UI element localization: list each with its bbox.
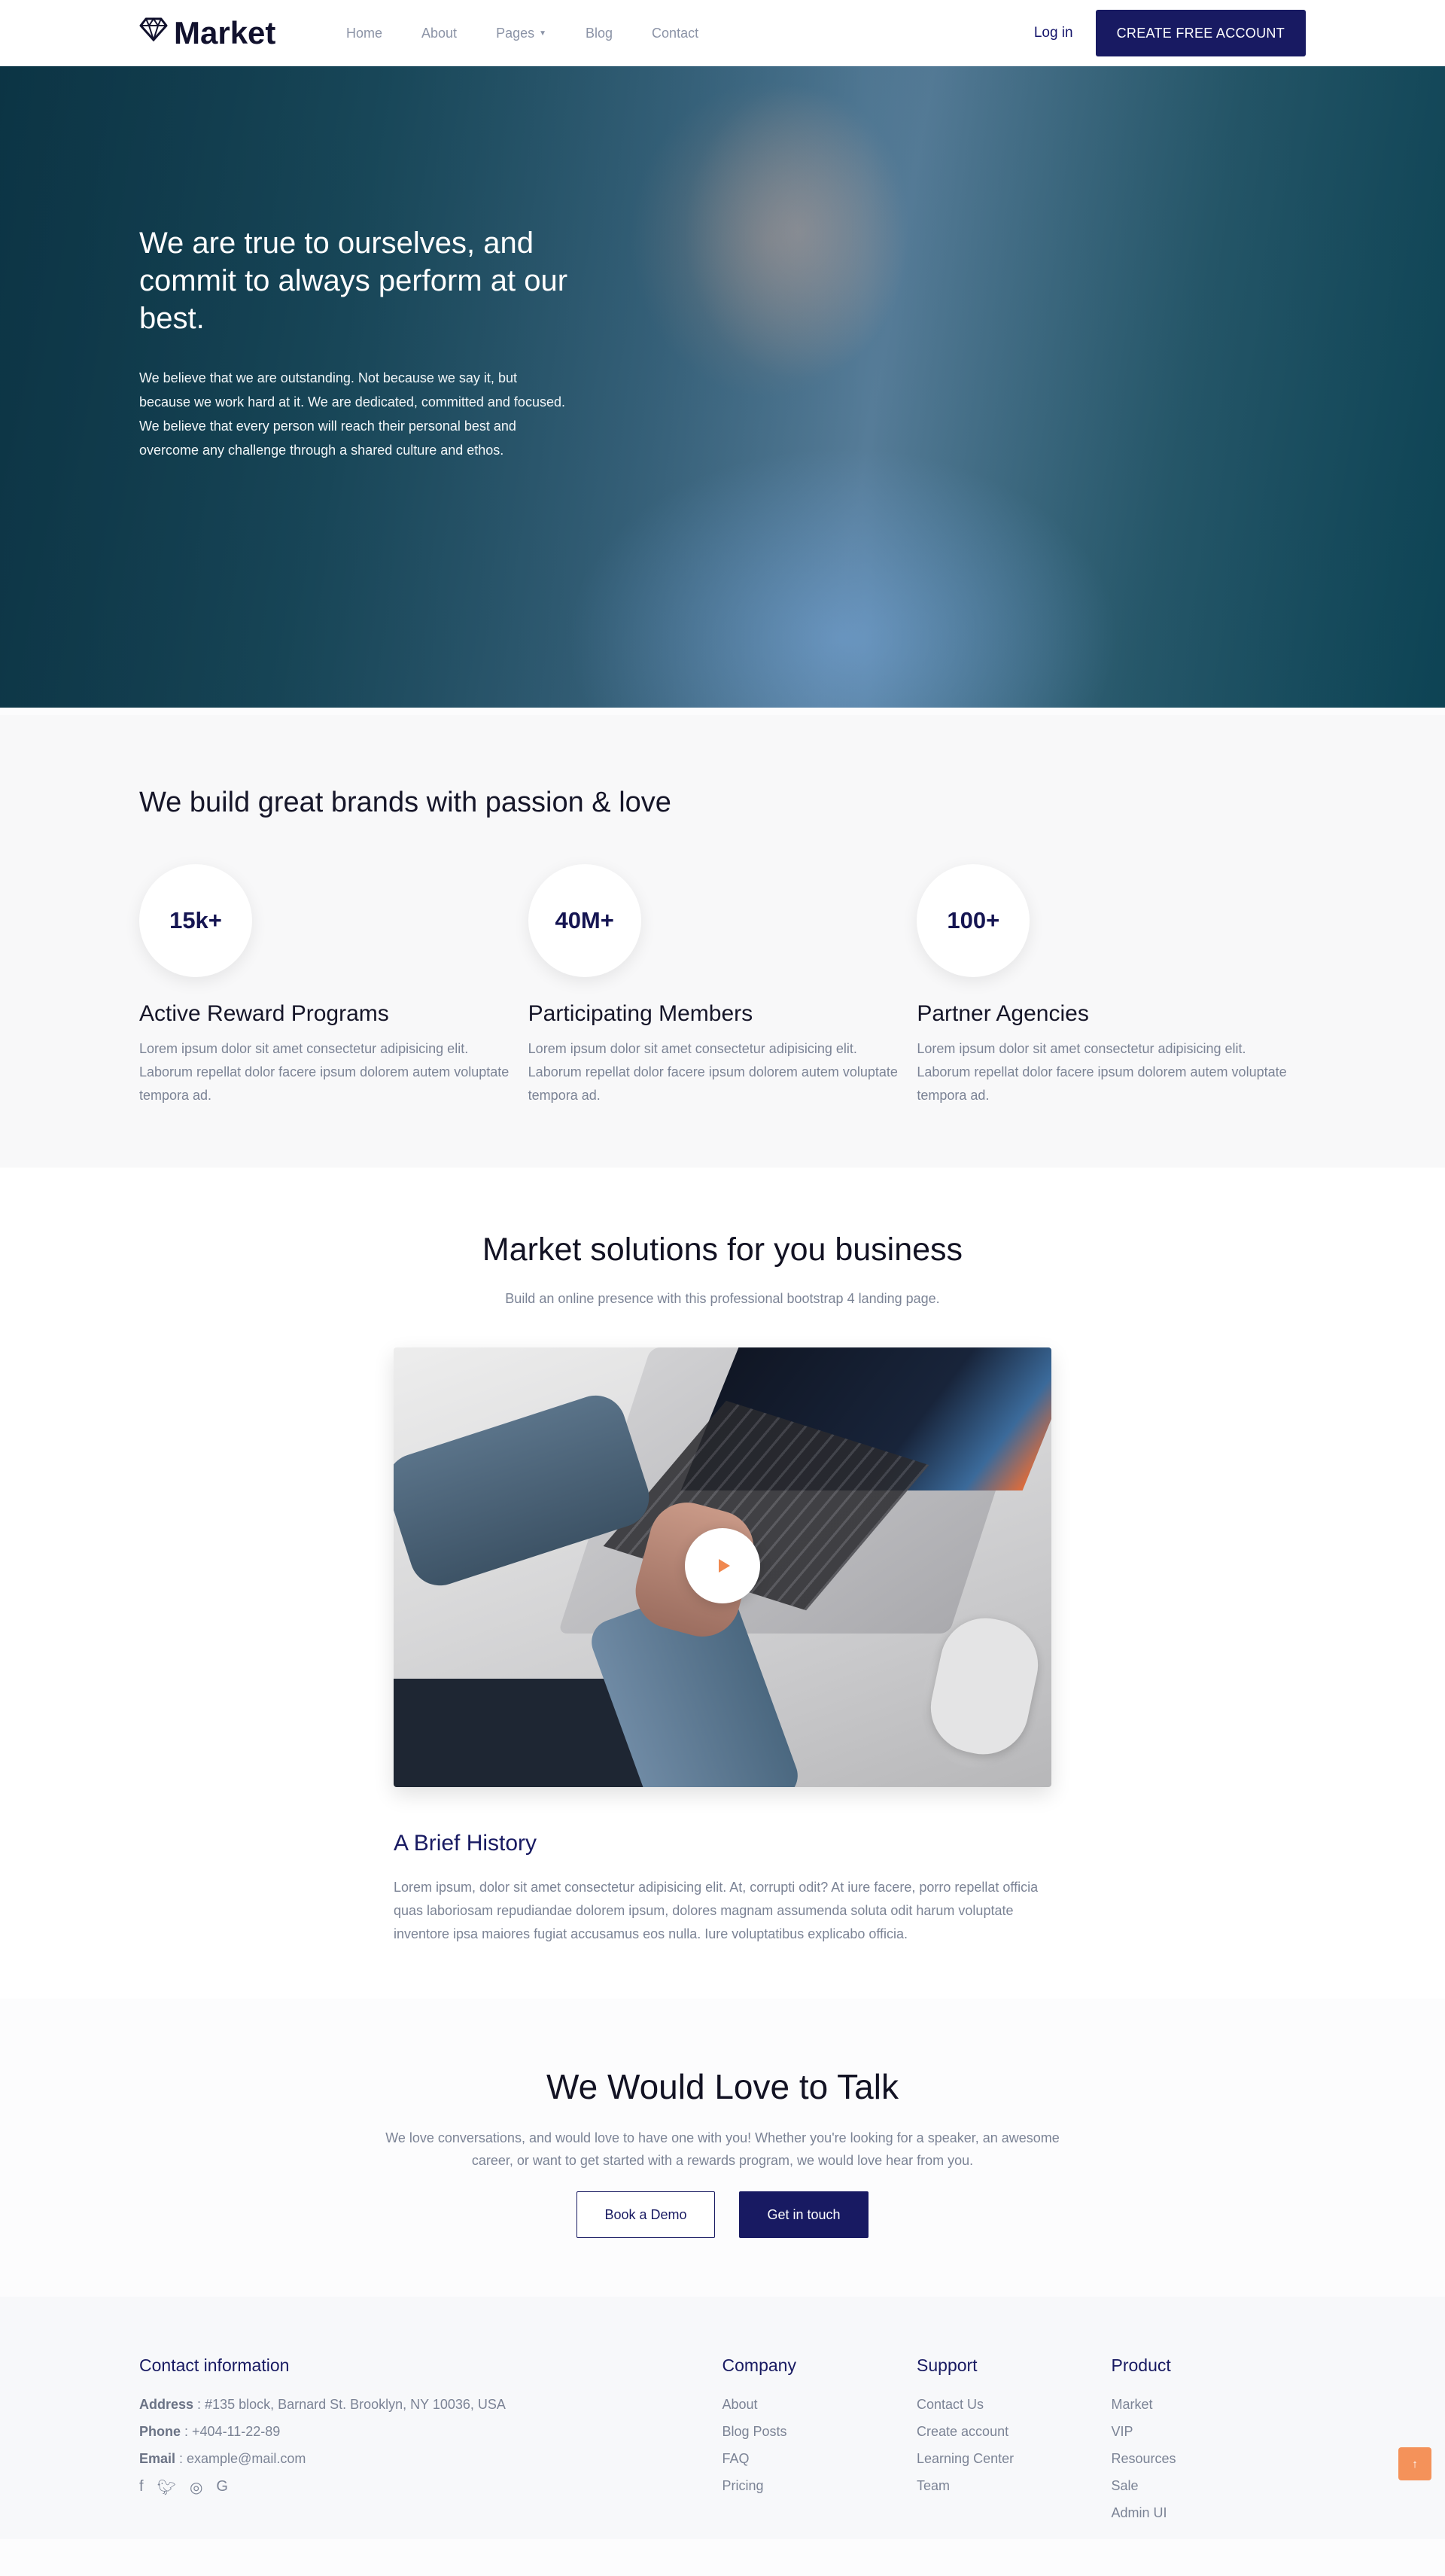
footer-company-title: Company bbox=[722, 2355, 796, 2375]
scroll-top-button[interactable]: ↑ bbox=[1398, 2447, 1431, 2480]
stat-text: Lorem ipsum dolor sit amet consectetur a… bbox=[528, 1041, 898, 1103]
email-label: Email bbox=[139, 2451, 176, 2466]
nav-pages[interactable]: Pages ▼ bbox=[496, 26, 546, 41]
main-menu: Home About Pages ▼ Blog Contact bbox=[346, 26, 1034, 41]
solutions-subtitle: Build an online presence with this profe… bbox=[505, 1291, 940, 1306]
stat-value: 100+ bbox=[917, 864, 1030, 977]
play-icon bbox=[718, 1559, 730, 1573]
book-demo-button[interactable]: Book a Demo bbox=[576, 2191, 715, 2238]
hero-text: We believe that we are outstanding. Not … bbox=[139, 370, 565, 458]
footer-link[interactable]: Learning Center bbox=[917, 2445, 1112, 2472]
footer-company: Company About Blog Posts FAQ Pricing bbox=[722, 2355, 917, 2526]
talk-text: We love conversations, and would love to… bbox=[385, 2130, 1060, 2168]
stats-title: We build great brands with passion & lov… bbox=[139, 787, 671, 818]
top-navbar: Market Home About Pages ▼ Blog Contact Lo… bbox=[0, 0, 1445, 66]
talk-buttons: Book a Demo Get in touch bbox=[0, 2191, 1445, 2238]
brand-logo[interactable]: Market bbox=[139, 15, 346, 51]
nav-about[interactable]: About bbox=[421, 26, 457, 41]
footer-link[interactable]: VIP bbox=[1112, 2418, 1307, 2445]
address-label: Address bbox=[139, 2397, 194, 2412]
footer-link[interactable]: Blog Posts bbox=[722, 2418, 917, 2445]
stats-section: We build great brands with passion & lov… bbox=[0, 715, 1445, 1168]
create-account-button[interactable]: CREATE FREE ACCOUNT bbox=[1095, 10, 1306, 56]
phone-value: : +404-11-22-89 bbox=[181, 2424, 281, 2439]
talk-title: We Would Love to Talk bbox=[546, 2067, 899, 2106]
talk-section: We Would Love to Talk We love conversati… bbox=[0, 1999, 1445, 2297]
footer-link[interactable]: Contact Us bbox=[917, 2391, 1112, 2418]
footer-product: Product Market VIP Resources Sale Admin … bbox=[1112, 2355, 1307, 2526]
nav-pages-label: Pages bbox=[496, 25, 535, 41]
footer: Contact information Address : #135 block… bbox=[0, 2297, 1445, 2539]
footer-link[interactable]: About bbox=[722, 2391, 917, 2418]
facebook-icon[interactable]: f bbox=[139, 2478, 144, 2497]
arrow-up-icon: ↑ bbox=[1412, 2457, 1418, 2471]
stat-value: 40M+ bbox=[528, 864, 641, 977]
address-line: Address : #135 block, Barnard St. Brookl… bbox=[139, 2391, 722, 2418]
stat-label: Participating Members bbox=[528, 1001, 753, 1026]
twitter-icon[interactable]: 🐦︎ bbox=[157, 2478, 176, 2497]
get-in-touch-button[interactable]: Get in touch bbox=[739, 2191, 869, 2238]
email-line: Email : example@mail.com bbox=[139, 2445, 722, 2472]
contact-info: Contact information Address : #135 block… bbox=[139, 2355, 722, 2526]
footer-support-title: Support bbox=[917, 2355, 978, 2375]
footer-link[interactable]: Create account bbox=[917, 2418, 1112, 2445]
address-value: : #135 block, Barnard St. Brooklyn, NY 1… bbox=[193, 2397, 506, 2412]
hero-section: We are true to ourselves, and commit to … bbox=[0, 66, 1445, 708]
footer-link[interactable]: FAQ bbox=[722, 2445, 917, 2472]
stat-item: 40M+ Participating Members Lorem ipsum d… bbox=[528, 864, 917, 1107]
solutions-section: Market solutions for you business Build … bbox=[0, 1168, 1445, 1999]
login-link[interactable]: Log in bbox=[1034, 25, 1073, 41]
footer-link[interactable]: Market bbox=[1112, 2391, 1307, 2418]
footer-support: Support Contact Us Create account Learni… bbox=[917, 2355, 1112, 2526]
play-button[interactable] bbox=[685, 1528, 760, 1603]
stat-item: 15k+ Active Reward Programs Lorem ipsum … bbox=[139, 864, 528, 1107]
stat-label: Partner Agencies bbox=[917, 1001, 1089, 1026]
history-text: Lorem ipsum, dolor sit amet consectetur … bbox=[394, 1880, 1039, 1941]
hero-title: We are true to ourselves, and commit to … bbox=[139, 227, 568, 335]
stats-row: 15k+ Active Reward Programs Lorem ipsum … bbox=[139, 864, 1306, 1107]
history-block: A Brief History Lorem ipsum, dolor sit a… bbox=[394, 1831, 1051, 1946]
nav-home[interactable]: Home bbox=[346, 26, 382, 41]
footer-product-title: Product bbox=[1111, 2355, 1171, 2375]
stat-text: Lorem ipsum dolor sit amet consectetur a… bbox=[917, 1041, 1287, 1103]
video-thumbnail[interactable] bbox=[394, 1347, 1051, 1787]
history-title: A Brief History bbox=[394, 1831, 537, 1856]
footer-link[interactable]: Team bbox=[917, 2472, 1112, 2499]
social-links: f 🐦︎ ◎ G bbox=[139, 2478, 722, 2497]
caret-down-icon: ▼ bbox=[539, 29, 547, 38]
stat-label: Active Reward Programs bbox=[139, 1001, 389, 1026]
footer-link[interactable]: Pricing bbox=[722, 2472, 917, 2499]
email-value: : example@mail.com bbox=[175, 2451, 306, 2466]
contact-title: Contact information bbox=[139, 2355, 290, 2375]
dribbble-icon[interactable]: ◎ bbox=[190, 2478, 202, 2497]
solutions-title: Market solutions for you business bbox=[482, 1232, 963, 1268]
nav-contact[interactable]: Contact bbox=[652, 26, 698, 41]
hero-content: We are true to ourselves, and commit to … bbox=[139, 224, 568, 462]
google-icon[interactable]: G bbox=[216, 2478, 228, 2497]
phone-label: Phone bbox=[139, 2424, 181, 2439]
stat-value: 15k+ bbox=[139, 864, 252, 977]
footer-link[interactable]: Admin UI bbox=[1112, 2499, 1307, 2526]
stat-item: 100+ Partner Agencies Lorem ipsum dolor … bbox=[917, 864, 1306, 1107]
diamond-icon bbox=[139, 17, 168, 41]
footer-link[interactable]: Sale bbox=[1112, 2472, 1307, 2499]
brand-name: Market bbox=[174, 15, 276, 50]
stat-text: Lorem ipsum dolor sit amet consectetur a… bbox=[139, 1041, 510, 1103]
footer-link[interactable]: Resources bbox=[1112, 2445, 1307, 2472]
phone-line: Phone : +404-11-22-89 bbox=[139, 2418, 722, 2445]
nav-blog[interactable]: Blog bbox=[586, 26, 613, 41]
